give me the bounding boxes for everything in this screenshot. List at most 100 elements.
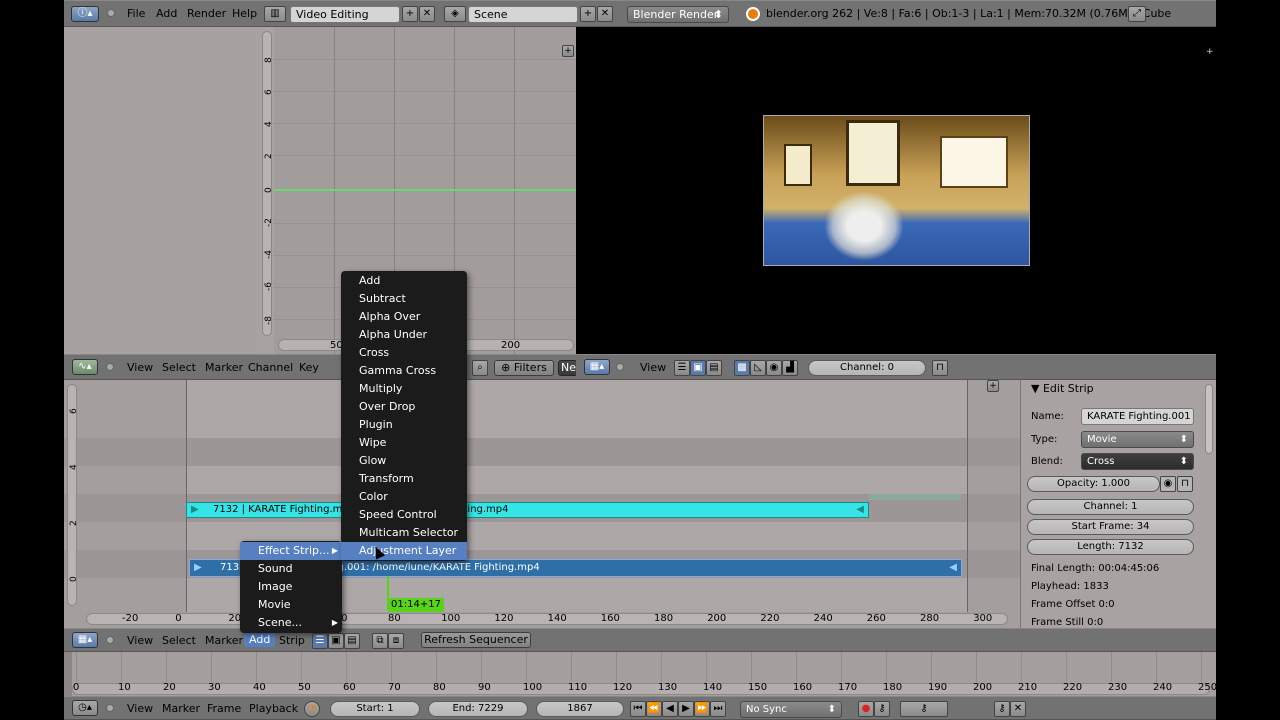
keying-set-icon[interactable]: ⚷	[874, 701, 890, 717]
menu-toggle-dot[interactable]	[107, 9, 115, 17]
end-frame-field[interactable]: End: 7229	[428, 701, 528, 717]
next-keyframe-icon[interactable]: ⏩	[694, 701, 710, 717]
menu-item-sound[interactable]: Sound	[240, 560, 342, 578]
effect-add[interactable]: Add	[341, 272, 467, 290]
add-scene-icon[interactable]: +	[580, 6, 596, 22]
menu-item-scene[interactable]: Scene... ▶	[240, 614, 342, 632]
tl-menu-frame[interactable]: Frame	[207, 702, 241, 715]
length-field[interactable]: Length: 7132	[1027, 539, 1194, 555]
view-both-icon[interactable]: ▤	[344, 633, 360, 649]
scene-field[interactable]: Scene	[468, 6, 578, 23]
info-editor-icon[interactable]: ⓘ▴	[71, 6, 99, 22]
screen-layout-field[interactable]: Video Editing	[290, 6, 400, 23]
keyframe-remove-icon[interactable]: ✕	[1010, 701, 1026, 717]
opacity-field[interactable]: Opacity: 1.000	[1027, 476, 1160, 492]
plus-region-icon[interactable]: +	[987, 380, 999, 392]
effect-gamma-cross[interactable]: Gamma Cross	[341, 362, 467, 380]
menu-file[interactable]: File	[127, 7, 145, 20]
screen-layout-icon[interactable]: ▥	[264, 6, 286, 22]
effect-alpha-under[interactable]: Alpha Under	[341, 326, 467, 344]
effect-alpha-over[interactable]: Alpha Over	[341, 308, 467, 326]
start-frame-field[interactable]: Start: 1	[330, 701, 420, 717]
menu-render[interactable]: Render	[187, 7, 226, 20]
seq-menu-strip[interactable]: Strip	[279, 634, 305, 647]
menu-item-image[interactable]: Image	[240, 578, 342, 596]
preview-area[interactable]: +	[576, 27, 1216, 354]
preview-menu-view[interactable]: View	[640, 361, 666, 374]
effect-wipe[interactable]: Wipe	[341, 434, 467, 452]
display-image-icon[interactable]: ▩	[734, 360, 750, 376]
graph-editor[interactable]: 8 6 4 2 0 -2 -4 -6 -8 50 200 +	[64, 27, 576, 354]
timeline-area[interactable]: 0 10 20 30 40 50 60 70 80 90 100 110 120 130 140 150 160…	[64, 652, 1216, 696]
menu-toggle-dot[interactable]	[106, 704, 114, 712]
channel-prop-field[interactable]: Channel: 1	[1027, 499, 1194, 515]
play-icon[interactable]: ▶	[678, 701, 694, 717]
menu-item-effect-strip[interactable]: Effect Strip... ▶	[240, 542, 342, 560]
seq-menu-view[interactable]: View	[127, 634, 153, 647]
properties-scrollbar[interactable]	[1205, 384, 1213, 454]
jump-start-icon[interactable]: ⏮	[630, 701, 646, 717]
remove-screen-icon[interactable]: ✕	[419, 6, 435, 22]
type-select[interactable]: Movie ⬍	[1081, 431, 1194, 448]
snap-icon[interactable]: ⧉	[372, 633, 388, 649]
timeline-type-icon[interactable]: ◷▴	[72, 700, 98, 716]
jump-end-icon[interactable]: ⏭	[710, 701, 726, 717]
effect-adjustment-layer[interactable]: Adjustment Layer	[341, 542, 467, 560]
scene-icon[interactable]: ◈	[444, 6, 466, 22]
preview-range-icon[interactable]: ◔	[304, 701, 320, 717]
view-seq-icon[interactable]: ☰	[312, 633, 328, 649]
strip-top[interactable]: ▶ 7132 | KARATE Fighting.mp4 Fighting.mp…	[186, 502, 869, 518]
effect-speed-control[interactable]: Speed Control	[341, 506, 467, 524]
sequencer-area[interactable]: 6 4 2 0 ▶ 7132 | KARATE Fighting.mp4 Fig…	[64, 380, 1020, 628]
seq-menu-marker[interactable]: Marker	[205, 634, 243, 647]
blend-select[interactable]: Cross ⬍	[1081, 453, 1194, 470]
effect-plugin[interactable]: Plugin	[341, 416, 467, 434]
view-both-icon[interactable]: ▤	[706, 360, 722, 376]
normalize-button[interactable]: Ne	[558, 360, 578, 376]
add-screen-icon[interactable]: +	[402, 6, 418, 22]
keyframe-delete-icon[interactable]: ⚷	[994, 701, 1010, 717]
graph-editor-type-icon[interactable]: ∿▴	[72, 359, 98, 375]
view-preview-icon[interactable]: ▣	[328, 633, 344, 649]
menu-add[interactable]: Add	[156, 7, 177, 20]
graph-menu-marker[interactable]: Marker	[205, 361, 243, 374]
effect-color[interactable]: Color	[341, 488, 467, 506]
menu-toggle-dot[interactable]	[616, 363, 624, 371]
current-frame-field[interactable]: 1867	[536, 701, 624, 717]
record-icon[interactable]: ●	[858, 701, 874, 717]
tl-menu-marker[interactable]: Marker	[162, 702, 200, 715]
seq-menu-select[interactable]: Select	[162, 634, 196, 647]
effect-multiply[interactable]: Multiply	[341, 380, 467, 398]
graph-menu-key[interactable]: Key	[299, 361, 319, 374]
menu-item-movie[interactable]: Movie	[240, 596, 342, 614]
menu-help[interactable]: Help	[232, 7, 257, 20]
view-seq-icon[interactable]: ☰	[674, 360, 690, 376]
filters-button[interactable]: ⊕ Filters	[494, 360, 554, 376]
view-preview-icon[interactable]: ▣	[690, 360, 706, 376]
effect-multicam-selector[interactable]: Multicam Selector	[341, 524, 467, 542]
tl-menu-playback[interactable]: Playback	[249, 702, 298, 715]
graph-menu-channel[interactable]: Channel	[248, 361, 293, 374]
panel-header[interactable]: ▼ Edit Strip	[1023, 380, 1205, 398]
effect-subtract[interactable]: Subtract	[341, 290, 467, 308]
menu-toggle-dot[interactable]	[106, 363, 114, 371]
name-field[interactable]: KARATE Fighting.001	[1081, 408, 1194, 425]
effect-glow[interactable]: Glow	[341, 452, 467, 470]
lock-icon[interactable]: ⊓	[932, 360, 948, 376]
channel-field[interactable]: Channel: 0	[808, 360, 926, 376]
display-waveform-icon[interactable]: ◺	[750, 360, 766, 376]
plus-region-icon[interactable]: +	[562, 45, 574, 57]
sync-select[interactable]: No Sync ⬍	[740, 701, 842, 718]
effect-cross[interactable]: Cross	[341, 344, 467, 362]
graph-menu-select[interactable]: Select	[162, 361, 196, 374]
paste-icon[interactable]: ⧈	[388, 633, 404, 649]
seq-menu-add[interactable]: Add	[244, 632, 276, 647]
play-reverse-icon[interactable]: ◀	[662, 701, 678, 717]
refresh-sequencer-button[interactable]: Refresh Sequencer	[421, 632, 531, 648]
eye-icon[interactable]: ◉	[1160, 476, 1176, 492]
remove-scene-icon[interactable]: ✕	[597, 6, 613, 22]
lock-icon[interactable]: ⊓	[1177, 476, 1193, 492]
display-vectorscope-icon[interactable]: ◉	[766, 360, 782, 376]
effect-transform[interactable]: Transform	[341, 470, 467, 488]
graph-menu-view[interactable]: View	[127, 361, 153, 374]
